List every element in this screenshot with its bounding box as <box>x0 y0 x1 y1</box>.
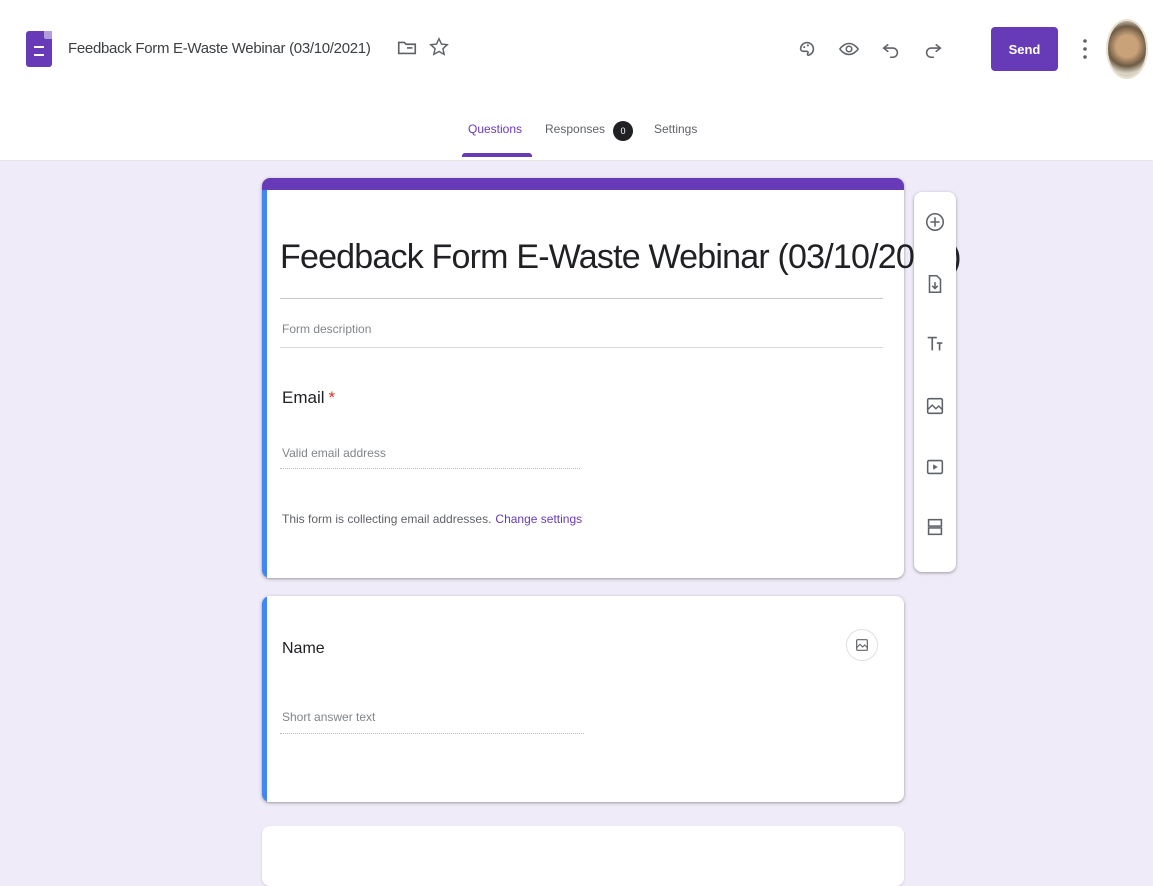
star-icon[interactable] <box>428 36 450 58</box>
tab-settings[interactable]: Settings <box>654 122 697 136</box>
email-collection-text: This form is collecting email addresses. <box>282 512 492 526</box>
question-card[interactable] <box>262 596 904 802</box>
tab-responses[interactable]: Responses <box>545 122 605 136</box>
email-question-title: Email * <box>282 388 335 408</box>
email-field: Valid email address <box>282 446 386 460</box>
form-description-input[interactable]: Form description <box>282 322 371 336</box>
more-options-icon[interactable] <box>1080 35 1090 63</box>
question-title[interactable]: Name <box>282 640 325 658</box>
add-video-icon[interactable] <box>923 455 947 479</box>
add-section-icon[interactable] <box>923 515 947 539</box>
add-title-icon[interactable] <box>923 332 947 356</box>
email-label: Email <box>282 388 325 407</box>
add-question-icon[interactable] <box>923 210 947 234</box>
send-button[interactable]: Send <box>991 27 1058 71</box>
add-image-icon[interactable] <box>923 394 947 418</box>
tab-bar: Questions Responses 0 Settings <box>0 117 1153 160</box>
short-answer-placeholder: Short answer text <box>282 710 376 724</box>
short-answer-underline <box>280 733 584 734</box>
description-underline <box>280 347 883 348</box>
import-questions-icon[interactable] <box>923 272 947 296</box>
change-settings-link[interactable]: Change settings <box>495 512 582 526</box>
customize-theme-icon[interactable] <box>790 32 824 66</box>
tab-questions[interactable]: Questions <box>468 122 522 136</box>
move-to-folder-icon[interactable] <box>396 36 418 58</box>
theme-color-strip <box>262 178 904 190</box>
undo-icon[interactable] <box>874 32 908 66</box>
question-indicator <box>262 596 267 802</box>
add-image-icon[interactable] <box>846 629 878 661</box>
next-question-card[interactable] <box>262 826 904 886</box>
redo-icon[interactable] <box>916 32 950 66</box>
question-toolbar <box>914 192 956 572</box>
active-tab-indicator <box>462 153 532 157</box>
document-title[interactable]: Feedback Form E-Waste Webinar (03/10/202… <box>68 40 371 57</box>
title-underline <box>280 298 883 299</box>
forms-logo-icon[interactable] <box>26 31 52 67</box>
form-title[interactable]: Feedback Form E-Waste Webinar (03/10/202… <box>280 238 962 277</box>
required-marker: * <box>328 388 336 407</box>
responses-count-badge: 0 <box>613 121 633 141</box>
preview-icon[interactable] <box>832 32 866 66</box>
app-header: Feedback Form E-Waste Webinar (03/10/202… <box>0 0 1153 161</box>
avatar[interactable] <box>1106 19 1148 79</box>
email-collection-note: This form is collecting email addresses.… <box>282 512 582 526</box>
active-card-indicator <box>262 190 267 578</box>
email-field-underline <box>280 468 580 469</box>
